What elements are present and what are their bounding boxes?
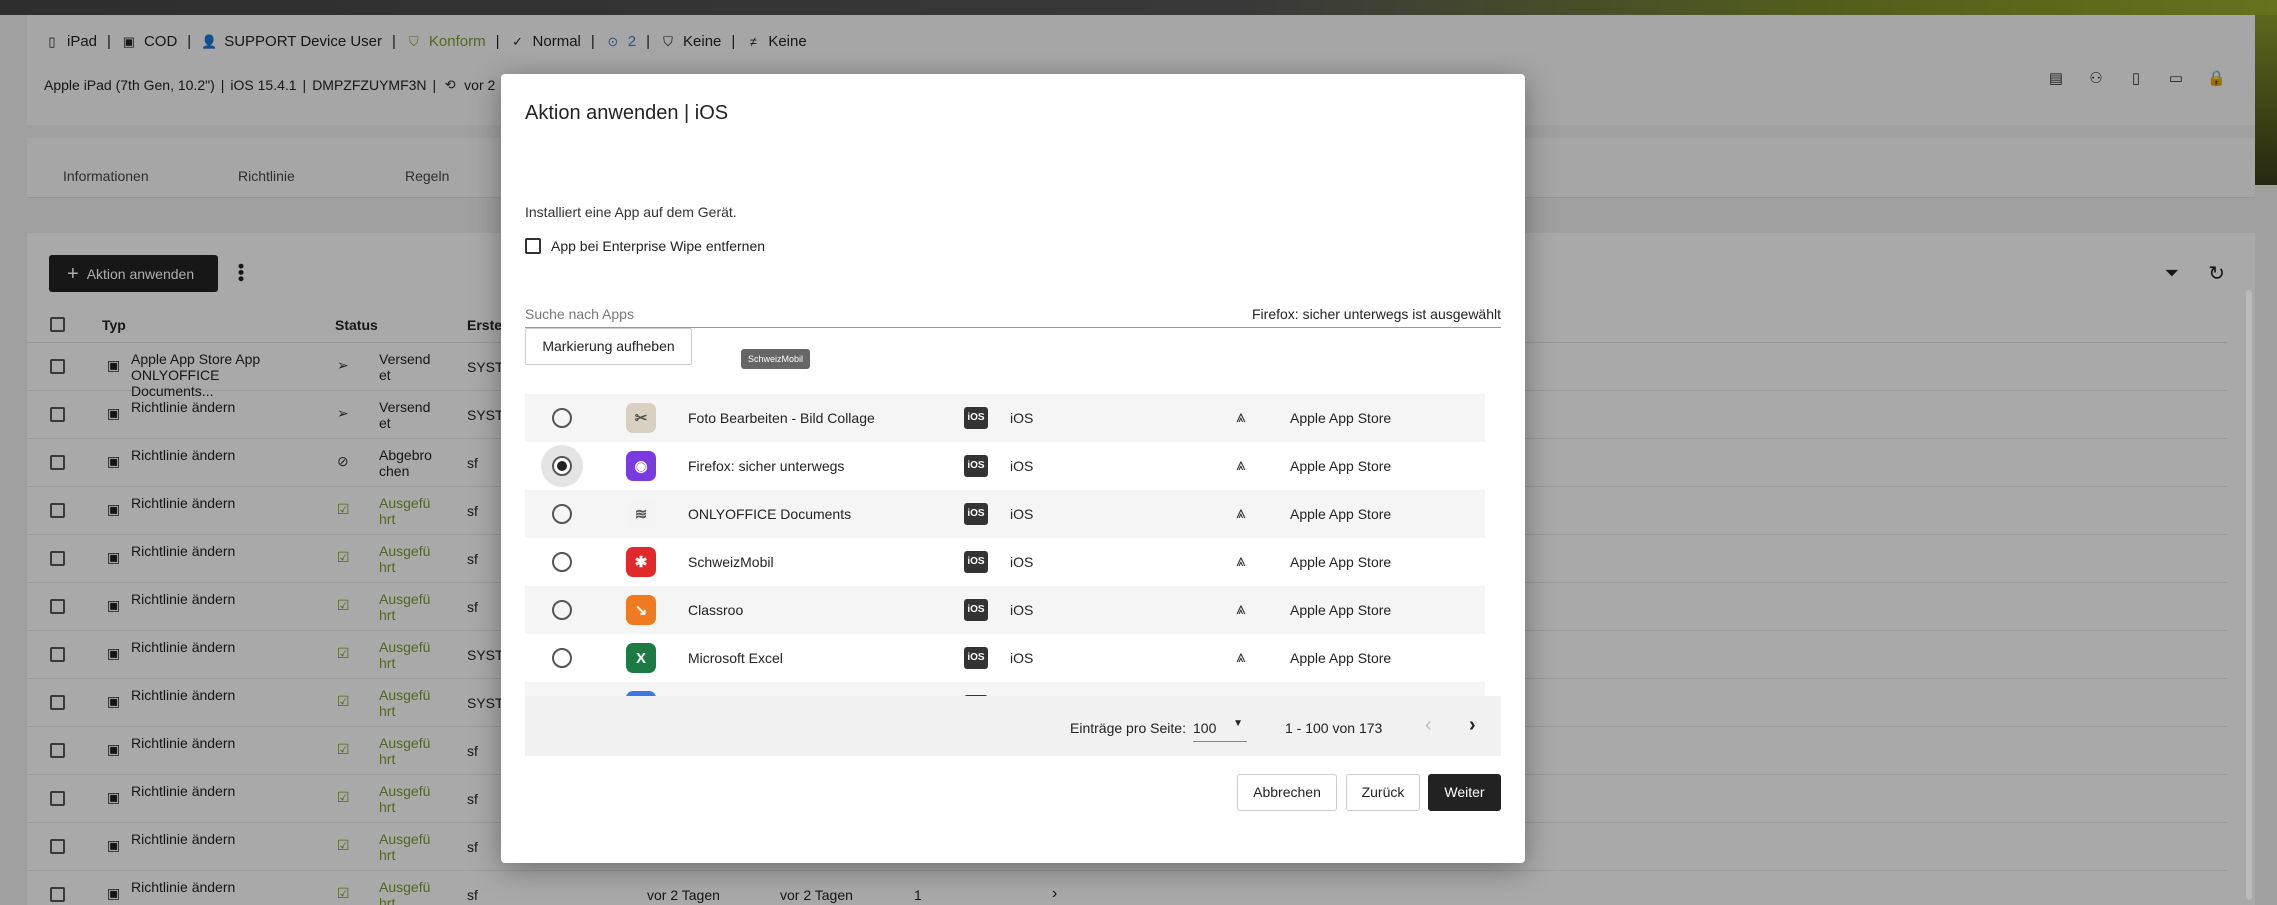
- app-store-icon: ⩓: [1236, 599, 1246, 618]
- dialog-title: Aktion anwenden | iOS: [525, 102, 729, 124]
- onlyoffice-icon: ≋: [626, 499, 656, 529]
- app-name: Foto Bearbeiten - Bild Collage: [688, 410, 875, 426]
- app-store-icon: ⩓: [1236, 503, 1246, 522]
- app-os: iOS: [1010, 602, 1034, 618]
- tooltip: SchweizMobil: [741, 349, 811, 369]
- app-store-label: Apple App Store: [1290, 650, 1392, 666]
- wipe-checkbox[interactable]: [525, 238, 541, 254]
- per-page-select[interactable]: 100 ▼: [1193, 718, 1247, 742]
- app-name: Firefox: sicher unterwegs: [688, 458, 845, 474]
- app-row[interactable]: ≋ ONLYOFFICE Documents iOS iOS ⩓ Apple App St…: [525, 490, 1485, 538]
- wipe-checkbox-row[interactable]: App bei Enterprise Wipe entfernen: [525, 238, 765, 254]
- app-radio[interactable]: [552, 648, 572, 668]
- ios-icon: iOS: [964, 455, 988, 477]
- app-os: iOS: [1010, 410, 1034, 426]
- app-radio[interactable]: [552, 408, 572, 428]
- app-name: ONLYOFFICE Documents: [688, 506, 852, 522]
- cancel-button[interactable]: Abbrechen: [1237, 774, 1337, 811]
- app-store-label: Apple App Store: [1290, 506, 1392, 522]
- wipe-label[interactable]: App bei Enterprise Wipe entfernen: [551, 238, 765, 254]
- firefox-icon: ◉: [626, 451, 656, 481]
- schweizmobil-icon: ✱: [626, 547, 656, 577]
- next-page-icon[interactable]: ›: [1469, 714, 1476, 737]
- app-row[interactable]: ✱ SchweizMobil iOS iOS ⩓ Apple App Store: [525, 538, 1485, 586]
- app-list: ✂ Foto Bearbeiten - Bild Collage iOS iOS ⩓ Ap…: [525, 394, 1501, 696]
- app-radio[interactable]: [552, 552, 572, 572]
- app-name: Classroo: [688, 602, 744, 618]
- search-placeholder: Suche nach Apps: [525, 306, 634, 322]
- apply-action-dialog: Aktion anwenden | iOS Installiert eine A…: [501, 74, 1525, 863]
- dialog-description: Installiert eine App auf dem Gerät.: [525, 204, 737, 220]
- per-page-label: Einträge pro Seite:: [1070, 720, 1186, 736]
- app-name: SchweizMobil: [688, 554, 774, 570]
- app-radio[interactable]: [552, 504, 572, 524]
- back-button[interactable]: Zurück: [1346, 774, 1420, 811]
- selected-app-hint: Firefox: sicher unterwegs ist ausgewählt: [1252, 306, 1501, 322]
- app-name: Microsoft Excel: [688, 650, 783, 666]
- app-row[interactable]: X Microsoft Excel iOS iOS ⩓ Apple App Store: [525, 634, 1485, 682]
- app-os: iOS: [1010, 650, 1034, 666]
- app-search-input[interactable]: Suche nach Apps Firefox: sicher unterweg…: [525, 306, 1501, 328]
- app-radio[interactable]: [552, 600, 572, 620]
- app-os: iOS: [1010, 506, 1034, 522]
- page-range: 1 - 100 von 173: [1285, 720, 1383, 736]
- ios-icon: iOS: [964, 599, 988, 621]
- chevron-down-icon: ▼: [1233, 718, 1243, 729]
- ios-icon: iOS: [964, 407, 988, 429]
- app-store-icon: ⩓: [1236, 407, 1246, 426]
- app-store-icon: ⩓: [1236, 455, 1246, 474]
- app-store-label: Apple App Store: [1290, 602, 1392, 618]
- excel-icon: X: [626, 643, 656, 673]
- next-button[interactable]: Weiter: [1428, 774, 1501, 811]
- ios-icon: iOS: [964, 551, 988, 573]
- per-page-value: 100: [1193, 720, 1217, 736]
- app-row[interactable]: ✂ Foto Bearbeiten - Bild Collage iOS iOS ⩓ Ap…: [525, 394, 1485, 442]
- app-row[interactable]: ↘ Classroo iOS iOS ⩓ Apple App Store: [525, 586, 1485, 634]
- app-row[interactable]: ◉ Firefox: sicher unterwegs iOS iOS ⩓ Apple A…: [525, 442, 1485, 490]
- app-store-label: Apple App Store: [1290, 410, 1392, 426]
- photo-collage-icon: ✂: [626, 403, 656, 433]
- app-store-label: Apple App Store: [1290, 554, 1392, 570]
- previous-page-icon[interactable]: ‹: [1425, 714, 1432, 737]
- app-store-icon: ⩓: [1236, 647, 1246, 666]
- classroom-icon: ↘: [626, 595, 656, 625]
- app-os: iOS: [1010, 458, 1034, 474]
- app-row[interactable]: [525, 682, 1485, 696]
- paginator: Einträge pro Seite: 100 ▼ 1 - 100 von 17…: [525, 696, 1501, 756]
- app-os: iOS: [1010, 554, 1034, 570]
- clear-selection-button[interactable]: Markierung aufheben: [525, 328, 692, 365]
- app-store-icon: ⩓: [1236, 551, 1246, 570]
- scrollbar[interactable]: [2246, 290, 2252, 900]
- app-radio[interactable]: [552, 456, 572, 476]
- app-store-label: Apple App Store: [1290, 458, 1392, 474]
- ios-icon: iOS: [964, 647, 988, 669]
- ios-icon: iOS: [964, 503, 988, 525]
